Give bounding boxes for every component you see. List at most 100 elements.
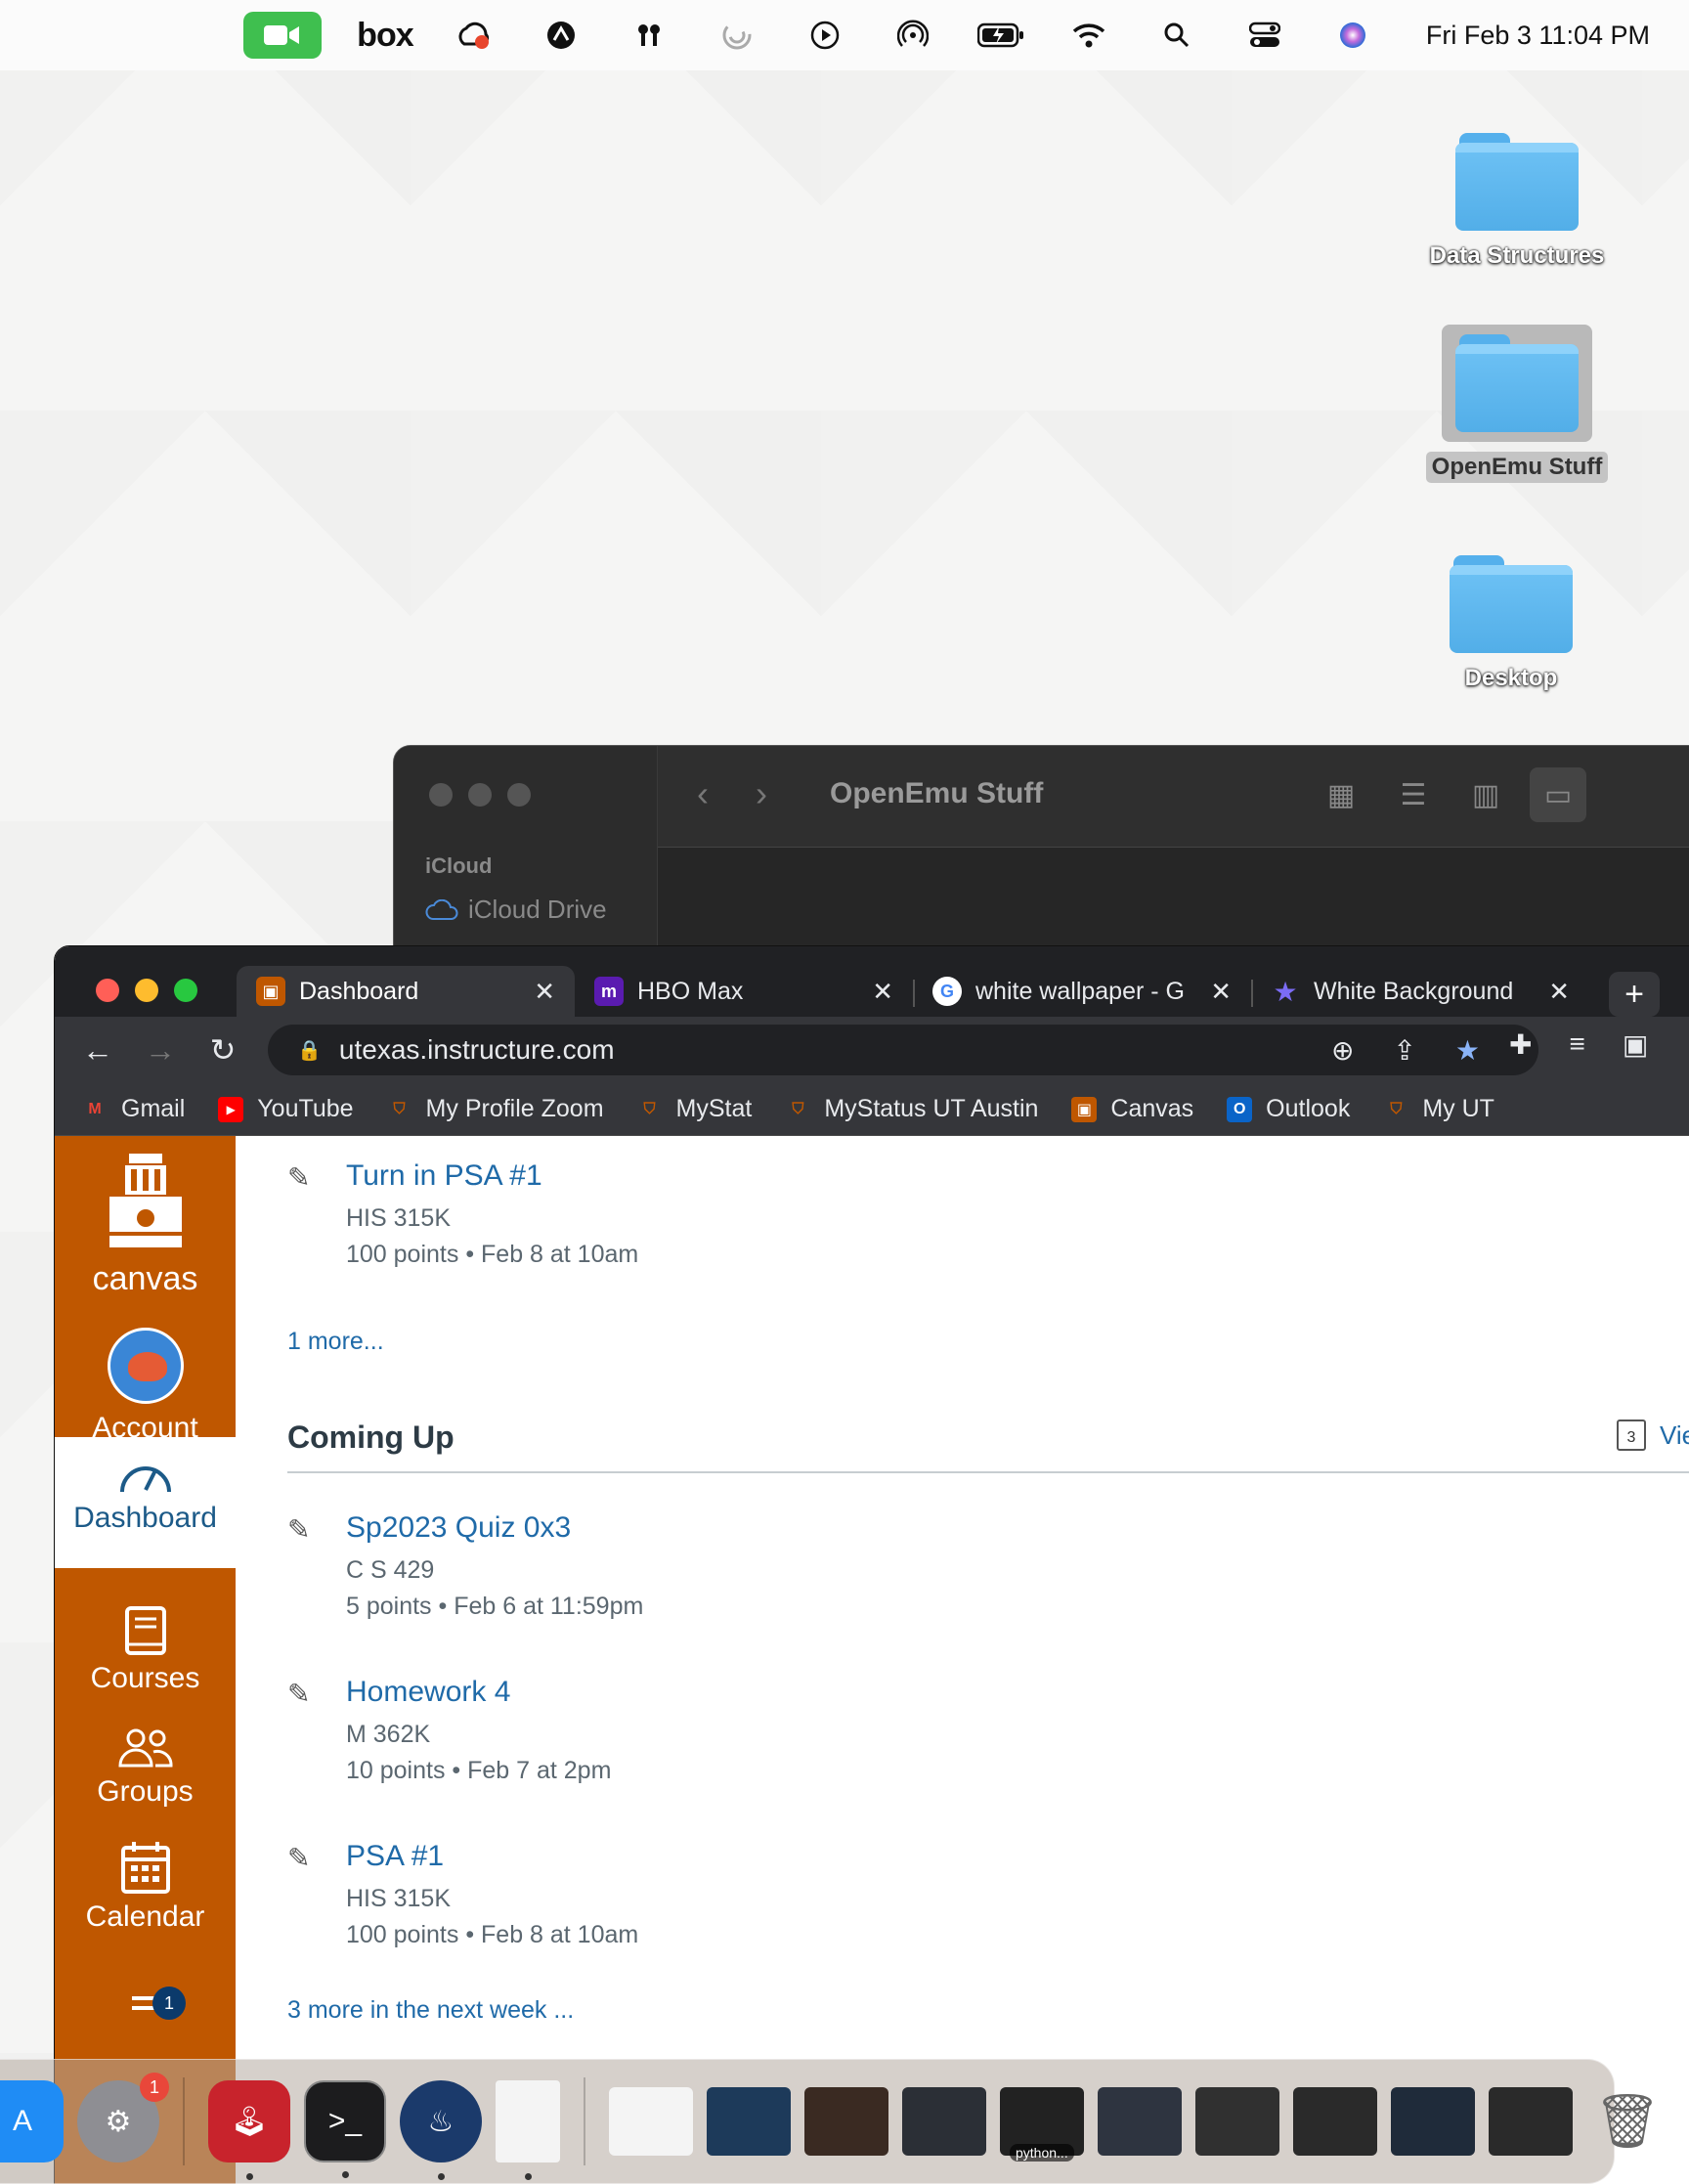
joystick-app-icon[interactable]: 🕹 xyxy=(208,2080,290,2180)
facetime-icon[interactable] xyxy=(242,12,322,59)
close-icon[interactable]: ✕ xyxy=(534,977,555,1007)
view-calendar-link[interactable]: 3 View C xyxy=(1617,1420,1689,1451)
todo-more-link[interactable]: 1 more... xyxy=(287,1328,384,1356)
minimized-window-photos[interactable] xyxy=(1489,2087,1573,2156)
side-panel-icon[interactable]: ▣ xyxy=(1623,1028,1648,1061)
quiz-icon: ✎ xyxy=(287,1514,311,1545)
bookmark-gmail[interactable]: M Gmail xyxy=(82,1095,185,1123)
system-settings-icon[interactable]: ⚙ 1 xyxy=(77,2073,169,2162)
nav-account[interactable]: Account xyxy=(55,1328,236,1445)
tab-white-background[interactable]: ★ White Background ✕ xyxy=(1251,966,1589,1017)
minimize-button[interactable] xyxy=(468,783,492,807)
zoom-button[interactable] xyxy=(174,979,197,1002)
trash-icon[interactable]: 🗑 xyxy=(1586,2080,1668,2162)
tab-dashboard[interactable]: ▣ Dashboard ✕ xyxy=(237,966,575,1017)
minimize-button[interactable] xyxy=(135,979,158,1002)
address-bar[interactable]: 🔒 utexas.instructure.com ⊕ ⇪ ★ xyxy=(268,1025,1538,1075)
battery-icon[interactable] xyxy=(957,0,1045,70)
document-icon[interactable] xyxy=(496,2080,560,2180)
control-center-icon[interactable] xyxy=(1221,0,1309,70)
menu-bar-clock[interactable]: Fri Feb 3 11:04 PM xyxy=(1397,0,1650,70)
ut-shield-icon: ⛉ xyxy=(792,1100,804,1117)
minimized-window-maps[interactable] xyxy=(707,2087,791,2156)
play-icon[interactable] xyxy=(781,0,869,70)
icon-view-icon[interactable]: ▦ xyxy=(1313,767,1369,822)
share-icon[interactable]: ⇪ xyxy=(1393,1034,1415,1067)
bookmark-star-icon[interactable]: ★ xyxy=(1455,1034,1480,1067)
box-icon[interactable]: box xyxy=(341,0,429,70)
desktop-folder-openemu-stuff[interactable]: OpenEmu Stuff xyxy=(1419,325,1615,483)
close-button[interactable] xyxy=(96,979,119,1002)
list-view-icon[interactable]: ☰ xyxy=(1385,767,1442,822)
minimized-window-python[interactable]: python... xyxy=(1000,2087,1084,2162)
coming-up-more-link[interactable]: 3 more in the next week ... xyxy=(287,1996,574,2025)
bookmark-my-profile-zoom[interactable]: ⛉ My Profile Zoom xyxy=(387,1095,604,1123)
steam-icon[interactable]: ♨ xyxy=(400,2080,482,2180)
minimized-window-launchpad[interactable] xyxy=(902,2087,986,2156)
desktop-folder-label: Data Structures xyxy=(1429,242,1605,269)
notification-badge: 1 xyxy=(140,2073,169,2102)
desktop-folder-data-structures[interactable]: Data Structures xyxy=(1419,133,1615,272)
back-icon[interactable]: ‹ xyxy=(697,773,709,814)
bookmark-youtube[interactable]: ▶ YouTube xyxy=(218,1095,354,1123)
logi-icon[interactable] xyxy=(517,0,605,70)
loading-icon[interactable] xyxy=(693,0,781,70)
bookmark-mystat[interactable]: ⛉ MyStat xyxy=(637,1095,753,1123)
media-controls-icon[interactable]: ≡ xyxy=(1569,1028,1584,1061)
youtube-icon: ▶ xyxy=(218,1096,244,1122)
airdrop-icon[interactable] xyxy=(869,0,957,70)
minimized-window-mail[interactable] xyxy=(1195,2087,1279,2156)
nav-dashboard[interactable]: Dashboard xyxy=(55,1437,236,1568)
reload-icon[interactable]: ↻ xyxy=(201,1028,244,1071)
minimized-window-steam[interactable] xyxy=(1391,2087,1475,2156)
nav-calendar[interactable]: Calendar xyxy=(55,1840,236,1934)
nav-inbox[interactable]: 1 xyxy=(55,1987,236,2028)
cloud-icon xyxy=(425,898,458,920)
close-button[interactable] xyxy=(429,783,453,807)
gallery-view-icon[interactable]: ▭ xyxy=(1530,767,1586,822)
app-store-icon[interactable]: A xyxy=(0,2080,64,2162)
airpods-icon[interactable] xyxy=(605,0,693,70)
forward-icon[interactable]: › xyxy=(756,773,767,814)
bookmark-canvas[interactable]: ▣ Canvas xyxy=(1071,1095,1193,1123)
dock-separator xyxy=(183,2077,185,2165)
new-tab-button[interactable]: + xyxy=(1609,972,1660,1017)
forward-arrow-icon[interactable]: → xyxy=(139,1028,182,1071)
terminal-icon[interactable]: >_ xyxy=(304,2080,386,2178)
close-icon[interactable]: ✕ xyxy=(1548,977,1570,1007)
minimized-window-finder[interactable] xyxy=(1293,2087,1377,2156)
lock-icon[interactable]: 🔒 xyxy=(297,1038,322,1063)
close-icon[interactable]: ✕ xyxy=(872,977,893,1007)
minimized-window-facetime[interactable] xyxy=(804,2087,888,2156)
minimized-window-chrome[interactable] xyxy=(609,2087,693,2156)
window-title: OpenEmu Stuff xyxy=(830,777,1044,809)
column-view-icon[interactable]: ▥ xyxy=(1457,767,1514,822)
minimized-window-messages[interactable] xyxy=(1098,2087,1182,2156)
bookmark-my-ut[interactable]: ⛉ My UT xyxy=(1383,1095,1494,1123)
nav-groups[interactable]: Groups xyxy=(55,1726,236,1809)
coming-up-title-link[interactable]: PSA #1 xyxy=(346,1840,638,1873)
selection-highlight xyxy=(1442,325,1592,442)
canvas-logo[interactable]: canvas xyxy=(55,1154,236,1298)
coming-up-title-link[interactable]: Sp2023 Quiz 0x3 xyxy=(346,1511,643,1545)
coming-up-title-link[interactable]: Homework 4 xyxy=(346,1676,611,1709)
close-icon[interactable]: ✕ xyxy=(1210,977,1232,1007)
search-icon[interactable] xyxy=(1133,0,1221,70)
back-arrow-icon[interactable]: ← xyxy=(76,1028,119,1071)
siri-icon[interactable] xyxy=(1309,0,1397,70)
browser-window[interactable]: ▣ Dashboard ✕ m HBO Max ✕ G white wallpa… xyxy=(54,945,1689,2184)
desktop-folder-desktop[interactable]: Desktop xyxy=(1413,555,1609,694)
nav-courses[interactable]: Courses xyxy=(55,1605,236,1695)
bookmark-outlook[interactable]: O Outlook xyxy=(1227,1095,1350,1123)
creative-cloud-icon[interactable] xyxy=(429,0,517,70)
extensions-icon[interactable]: ✚ xyxy=(1509,1028,1532,1061)
tab-hbo-max[interactable]: m HBO Max ✕ xyxy=(575,966,913,1017)
tab-white-wallpaper[interactable]: G white wallpaper - G ✕ xyxy=(913,966,1251,1017)
wifi-icon[interactable] xyxy=(1045,0,1133,70)
coming-up-meta: 5 points • Feb 6 at 11:59pm xyxy=(346,1593,644,1620)
bookmark-mystatus-ut-austin[interactable]: ⛉ MyStatus UT Austin xyxy=(785,1095,1038,1123)
todo-title-link[interactable]: Turn in PSA #1 xyxy=(346,1159,638,1193)
sidebar-item-icloud-drive[interactable]: iCloud Drive xyxy=(425,895,607,925)
zoom-icon[interactable]: ⊕ xyxy=(1331,1034,1354,1067)
zoom-button[interactable] xyxy=(507,783,531,807)
